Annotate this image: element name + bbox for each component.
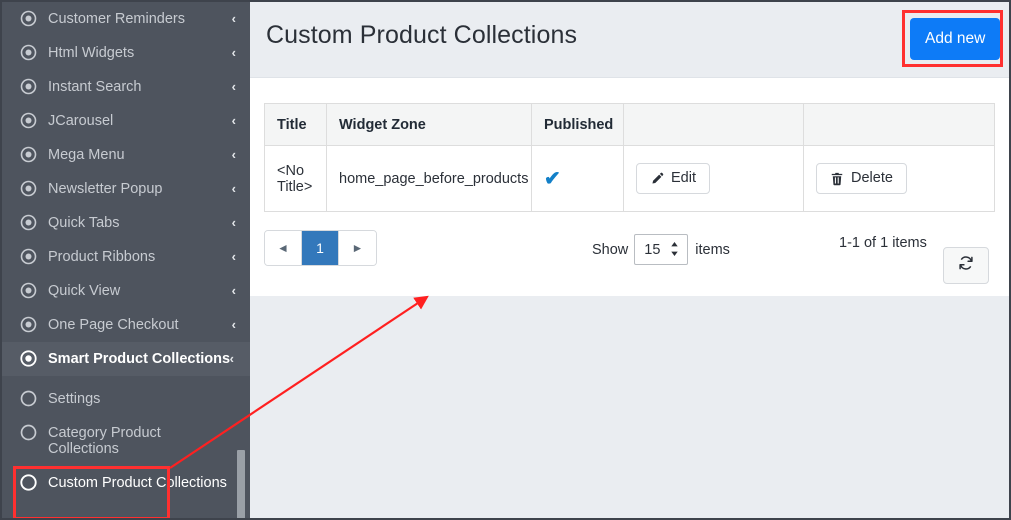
- edit-button-label: Edit: [671, 171, 696, 186]
- sidebar-scrollbar-track[interactable]: [239, 2, 248, 520]
- trash-icon: [830, 172, 844, 186]
- app-screenshot: Customer Reminders ‹ Html Widgets ‹ Inst…: [0, 0, 1011, 520]
- sidebar-item-one-page-checkout[interactable]: One Page Checkout ‹: [2, 308, 250, 342]
- sidebar-item-label: Quick View: [48, 283, 222, 299]
- sidebar-item-mega-menu[interactable]: Mega Menu ‹: [2, 138, 250, 172]
- sidebar-item-label: Settings: [48, 391, 236, 407]
- sidebar-item-quick-view[interactable]: Quick View ‹: [2, 274, 250, 308]
- content-card: Title Widget Zone Published <No Title> h…: [250, 78, 1009, 296]
- chevron-left-icon: ‹: [224, 79, 236, 95]
- page-title: Custom Product Collections: [266, 21, 577, 50]
- items-count-text: 1-1 of 1 items: [839, 235, 927, 251]
- table-footer: ◄ 1 ► Show 15 items: [264, 230, 1011, 290]
- table-head: Title Widget Zone Published: [265, 104, 995, 146]
- cell-delete: Delete: [804, 146, 995, 212]
- pagination-next-button[interactable]: ►: [339, 231, 376, 265]
- refresh-icon: [958, 255, 974, 276]
- sidebar-item-jcarousel[interactable]: JCarousel ‹: [2, 104, 250, 138]
- chevron-left-icon: ‹: [224, 215, 236, 231]
- sidebar-item-product-ribbons[interactable]: Product Ribbons ‹: [2, 240, 250, 274]
- radio-filled-icon: [20, 112, 37, 129]
- column-header-edit: [624, 104, 804, 146]
- sidebar-item-label: Html Widgets: [48, 45, 222, 61]
- sidebar-item-label: Instant Search: [48, 79, 222, 95]
- sidebar-item-label: Quick Tabs: [48, 215, 222, 231]
- pencil-icon: [650, 172, 664, 186]
- chevron-left-icon: ‹: [230, 351, 234, 367]
- sidebar-item-smart-product-collections[interactable]: Smart Product Collections ‹: [2, 342, 250, 376]
- sidebar-item-category-product-collections[interactable]: Category Product Collections: [2, 416, 250, 466]
- column-header-title: Title: [265, 104, 327, 146]
- sidebar-item-settings[interactable]: Settings: [2, 382, 250, 416]
- chevron-left-icon: ‹: [224, 45, 236, 61]
- page-size-select[interactable]: 15: [634, 234, 688, 265]
- sidebar-item-label: Custom Product Collections: [48, 475, 236, 491]
- pagination-prev-button[interactable]: ◄: [265, 231, 302, 265]
- sidebar-item-customer-reminders[interactable]: Customer Reminders ‹: [2, 2, 250, 36]
- collections-table: Title Widget Zone Published <No Title> h…: [264, 103, 995, 212]
- table-body: <No Title> home_page_before_products ✔: [265, 146, 995, 212]
- sidebar-item-newsletter-popup[interactable]: Newsletter Popup ‹: [2, 172, 250, 206]
- page-size-group: Show 15 items: [592, 234, 730, 265]
- cell-edit: Edit: [624, 146, 804, 212]
- chevron-left-icon: ‹: [224, 113, 236, 129]
- column-header-published: Published: [532, 104, 624, 146]
- items-label: items: [695, 242, 730, 258]
- cell-widget-zone: home_page_before_products: [327, 146, 532, 212]
- chevron-left-icon: ‹: [224, 11, 236, 27]
- chevron-left-icon: ‹: [224, 249, 236, 265]
- sidebar-item-custom-product-collections[interactable]: Custom Product Collections: [2, 466, 250, 500]
- radio-filled-icon: [20, 248, 37, 265]
- sidebar-item-quick-tabs[interactable]: Quick Tabs ‹: [2, 206, 250, 240]
- radio-filled-icon: [20, 10, 37, 27]
- refresh-button[interactable]: [943, 247, 989, 284]
- sidebar-item-html-widgets[interactable]: Html Widgets ‹: [2, 36, 250, 70]
- chevron-left-icon: ‹: [224, 181, 236, 197]
- radio-filled-icon: [20, 146, 37, 163]
- sidebar-item-label: Product Ribbons: [48, 249, 222, 265]
- sidebar-navigation: Customer Reminders ‹ Html Widgets ‹ Inst…: [2, 2, 250, 520]
- edit-button[interactable]: Edit: [636, 163, 710, 194]
- radio-filled-icon: [20, 78, 37, 95]
- cell-published: ✔: [532, 146, 624, 212]
- sidebar-item-label: One Page Checkout: [48, 317, 222, 333]
- delete-button-label: Delete: [851, 171, 893, 186]
- radio-filled-icon: [20, 180, 37, 197]
- radio-filled-icon: [20, 214, 37, 231]
- sidebar-item-label: JCarousel: [48, 113, 222, 129]
- page-header: Custom Product Collections Add new: [250, 2, 1009, 78]
- sidebar-item-label: Category Product Collections: [48, 425, 236, 457]
- cell-title: <No Title>: [265, 146, 327, 212]
- column-header-delete: [804, 104, 995, 146]
- sidebar-scrollbar-thumb[interactable]: [237, 450, 245, 520]
- pagination: ◄ 1 ►: [264, 230, 377, 266]
- published-check-icon: ✔: [544, 168, 561, 190]
- radio-filled-icon: [20, 44, 37, 61]
- column-header-widget-zone: Widget Zone: [327, 104, 532, 146]
- show-label: Show: [592, 242, 628, 258]
- sidebar-item-label: Newsletter Popup: [48, 181, 222, 197]
- radio-empty-icon: [20, 424, 37, 441]
- collections-table-wrapper: Title Widget Zone Published <No Title> h…: [264, 103, 994, 212]
- radio-empty-icon: [20, 390, 37, 407]
- page-size-wrapper: 15: [634, 234, 688, 265]
- pagination-page-1[interactable]: 1: [302, 231, 339, 265]
- delete-button[interactable]: Delete: [816, 163, 907, 194]
- sidebar-item-instant-search[interactable]: Instant Search ‹: [2, 70, 250, 104]
- chevron-left-icon: ‹: [224, 147, 236, 163]
- chevron-left-icon: ‹: [224, 283, 236, 299]
- chevron-left-icon: ‹: [224, 317, 236, 333]
- sidebar-item-label: Mega Menu: [48, 147, 222, 163]
- add-new-button[interactable]: Add new: [910, 18, 1000, 60]
- main-content: Custom Product Collections Add new Title…: [250, 2, 1009, 518]
- table-row: <No Title> home_page_before_products ✔: [265, 146, 995, 212]
- sidebar-item-label: Customer Reminders: [48, 11, 222, 27]
- radio-filled-icon: [20, 350, 37, 367]
- sidebar-item-label: Smart Product Collections: [48, 351, 236, 367]
- radio-empty-icon: [20, 474, 37, 491]
- radio-filled-icon: [20, 282, 37, 299]
- radio-filled-icon: [20, 316, 37, 333]
- table-header-row: Title Widget Zone Published: [265, 104, 995, 146]
